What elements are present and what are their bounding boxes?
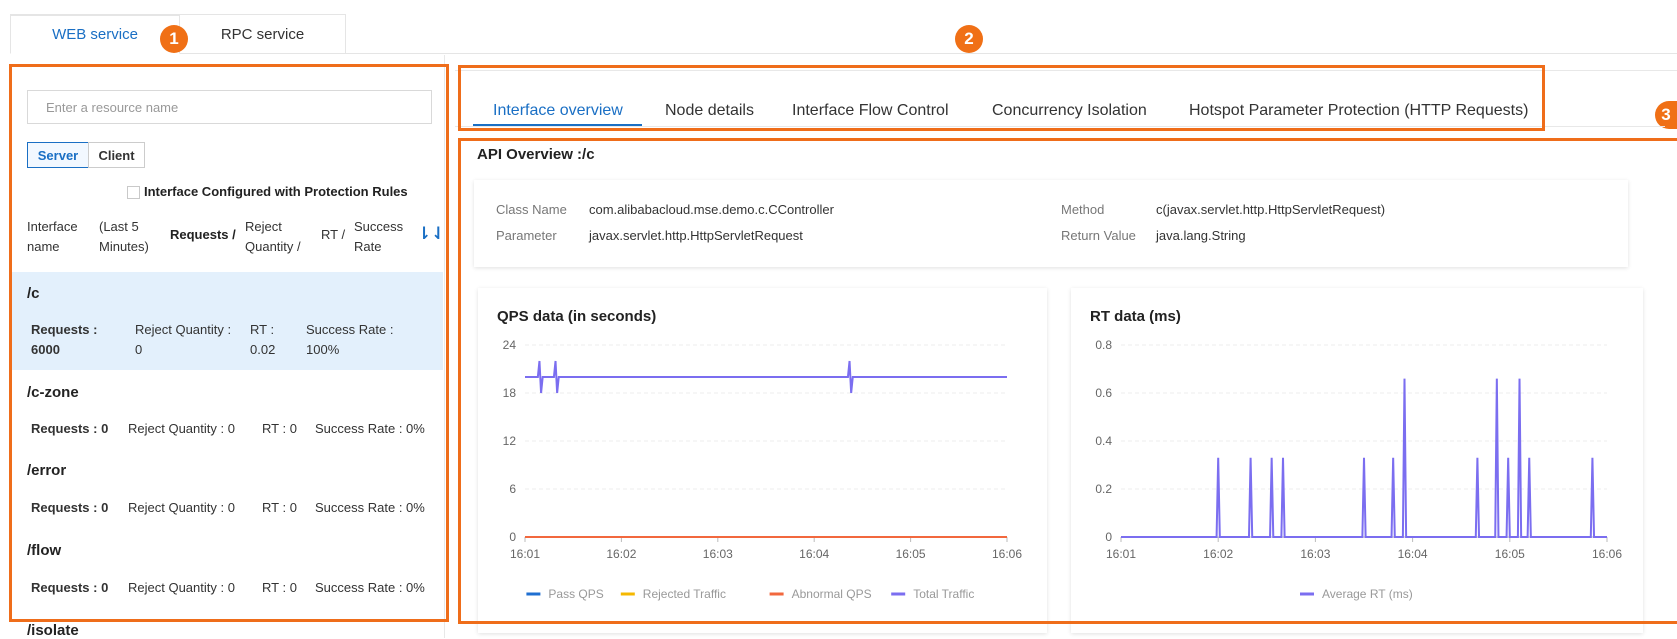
callout-badge-1: 1 [160, 25, 188, 53]
highlight-box-2 [458, 65, 1545, 131]
callout-badge-3: 3 [1655, 101, 1677, 129]
tab-web-service-label: WEB service [52, 25, 138, 43]
tab-rpc-service[interactable]: RPC service [180, 14, 346, 54]
tab-rpc-service-label: RPC service [220, 25, 305, 43]
tab-web-service[interactable]: WEB service [10, 14, 180, 54]
callout-badge-2: 2 [955, 25, 983, 53]
highlight-box-1 [9, 64, 449, 622]
highlight-box-3 [458, 138, 1677, 624]
interface-name-isolate[interactable]: /isolate [27, 622, 79, 639]
